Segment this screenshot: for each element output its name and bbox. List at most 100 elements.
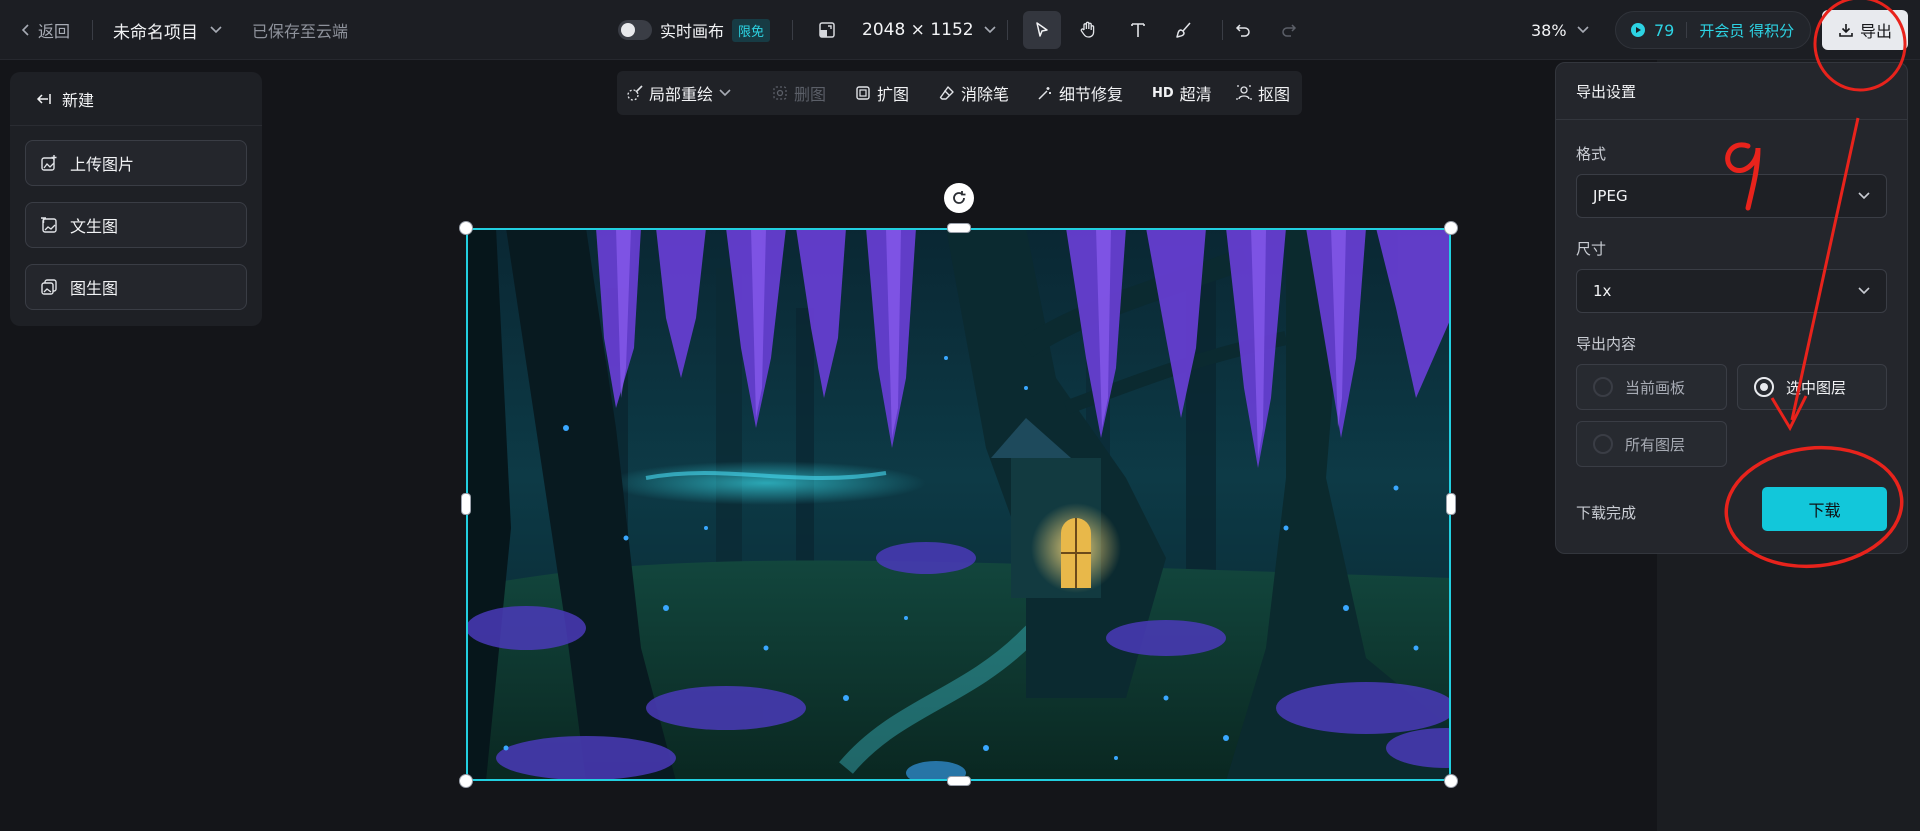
image-to-image-label: 图生图: [70, 279, 119, 298]
resize-handle-bottom[interactable]: [947, 776, 971, 786]
image-edit-toolbar: 局部重绘 删图 扩图 消除笔 细节修复 HD 超清 抠图: [617, 71, 1302, 115]
undo-icon: [1235, 24, 1250, 37]
cutout-icon: [1236, 85, 1252, 100]
canvas-size-dropdown[interactable]: 2048 × 1152: [862, 0, 996, 60]
delete-image-button[interactable]: 删图: [772, 71, 826, 115]
chevron-down-icon: [1858, 192, 1870, 200]
rotate-icon: [953, 191, 966, 204]
canvas-image-layer[interactable]: [466, 228, 1451, 781]
option-current-board[interactable]: 当前画板: [1576, 364, 1727, 410]
format-select[interactable]: JPEG: [1576, 174, 1887, 218]
radio-unchecked[interactable]: [1593, 434, 1613, 454]
upload-image-icon: [41, 155, 57, 171]
brush-icon: [1176, 22, 1191, 38]
resize-handle-top[interactable]: [947, 223, 971, 233]
size-select[interactable]: 1x: [1576, 269, 1887, 313]
resize-handle-top-right[interactable]: [1444, 221, 1458, 235]
option-all-layers-label: 所有图层: [1625, 435, 1686, 454]
radio-unchecked[interactable]: [1593, 377, 1613, 397]
zoom-dropdown[interactable]: 38%: [1531, 0, 1589, 60]
resize-handle-top-left[interactable]: [459, 221, 473, 235]
format-label: 格式: [1576, 145, 1607, 163]
saved-status: 已保存至云端: [252, 22, 349, 41]
divider: [92, 20, 93, 40]
redo-icon: [1282, 24, 1297, 37]
size-value: 1x: [1593, 282, 1612, 300]
upload-image-button[interactable]: 上传图片: [25, 140, 247, 186]
text-to-image-icon: [41, 217, 57, 233]
hd-icon: HD: [1152, 85, 1174, 101]
export-content-label: 导出内容: [1576, 335, 1637, 353]
text-tool-button[interactable]: [1119, 11, 1157, 49]
top-bar: 返回 未命名项目 已保存至云端 实时画布 限免 2048 × 1152 38%: [0, 0, 1920, 60]
expand-image-button[interactable]: 扩图: [855, 71, 909, 115]
membership-button[interactable]: 79 开会员 得积分: [1615, 11, 1812, 49]
points-coin-icon: [1631, 23, 1645, 37]
resize-icon: [819, 22, 835, 38]
download-label: 下载: [1808, 501, 1841, 520]
inpaint-label: 局部重绘: [649, 85, 714, 104]
cutout-button[interactable]: 抠图: [1236, 71, 1290, 115]
divider: [1222, 20, 1223, 40]
divider: [1556, 119, 1907, 120]
chevron-down-icon: [1576, 26, 1589, 34]
rotate-handle[interactable]: [944, 183, 974, 213]
project-name-dropdown[interactable]: 未命名项目: [113, 0, 222, 60]
chevron-down-icon: [719, 89, 731, 97]
delete-image-icon: [773, 86, 787, 100]
text-icon: [1131, 23, 1145, 37]
realtime-label: 实时画布: [660, 22, 725, 41]
inpaint-icon: [627, 85, 643, 101]
canvas-resize-button[interactable]: [818, 0, 836, 60]
canvas-size: 2048 × 1152: [862, 20, 974, 40]
hand-icon: [1080, 21, 1095, 38]
option-current-board-label: 当前画板: [1625, 378, 1686, 397]
download-button[interactable]: 下载: [1762, 487, 1887, 531]
free-badge: 限免: [732, 18, 771, 42]
download-icon: [1839, 24, 1853, 37]
inpaint-dropdown[interactable]: 局部重绘: [627, 71, 731, 115]
delete-image-label: 删图: [794, 85, 827, 104]
hand-tool-button[interactable]: [1069, 11, 1107, 49]
resize-handle-bottom-right[interactable]: [1444, 774, 1458, 788]
download-status: 下载完成: [1576, 504, 1637, 522]
eraser-button[interactable]: 消除笔: [939, 71, 1009, 115]
new-panel: 新建 上传图片 文生图 图生图: [10, 72, 262, 326]
toggle-switch[interactable]: [618, 20, 652, 40]
text-to-image-button[interactable]: 文生图: [25, 202, 247, 248]
realtime-canvas-toggle[interactable]: 实时画布 限免: [618, 0, 771, 60]
divider: [1686, 22, 1688, 38]
redo-button[interactable]: [1270, 11, 1308, 49]
format-value: JPEG: [1593, 187, 1628, 205]
detail-repair-button[interactable]: 细节修复: [1037, 71, 1123, 115]
eraser-label: 消除笔: [961, 85, 1010, 104]
divider: [1007, 20, 1008, 40]
image-to-image-icon: [41, 279, 57, 295]
select-tool-button[interactable]: [1023, 11, 1061, 49]
resize-handle-bottom-left[interactable]: [459, 774, 473, 788]
brush-tool-button[interactable]: [1165, 11, 1203, 49]
new-panel-title: 新建: [62, 90, 95, 110]
repair-wand-icon: [1038, 87, 1051, 100]
super-resolution-button[interactable]: HD 超清: [1152, 71, 1212, 115]
radio-checked[interactable]: [1754, 377, 1774, 397]
undo-button[interactable]: [1224, 11, 1262, 49]
resize-handle-right[interactable]: [1446, 493, 1456, 515]
option-all-layers[interactable]: 所有图层: [1576, 421, 1727, 467]
chevron-down-icon: [1858, 287, 1870, 295]
new-panel-header[interactable]: 新建: [10, 72, 262, 126]
member-cta: 开会员 得积分: [1699, 21, 1795, 40]
option-selected-layer[interactable]: 选中图层: [1737, 364, 1887, 410]
image-to-image-button[interactable]: 图生图: [25, 264, 247, 310]
back-button[interactable]: 返回: [20, 0, 70, 60]
size-label: 尺寸: [1576, 240, 1607, 258]
export-button[interactable]: 导出: [1822, 10, 1908, 50]
upload-image-label: 上传图片: [70, 155, 135, 174]
option-selected-layer-label: 选中图层: [1786, 378, 1847, 397]
zoom-level: 38%: [1531, 20, 1567, 40]
chevron-down-icon: [210, 26, 222, 34]
text-to-image-label: 文生图: [70, 217, 119, 236]
resize-handle-left[interactable]: [461, 493, 471, 515]
forest-scene-image: [466, 228, 1451, 781]
export-settings-title: 导出设置: [1576, 83, 1637, 101]
